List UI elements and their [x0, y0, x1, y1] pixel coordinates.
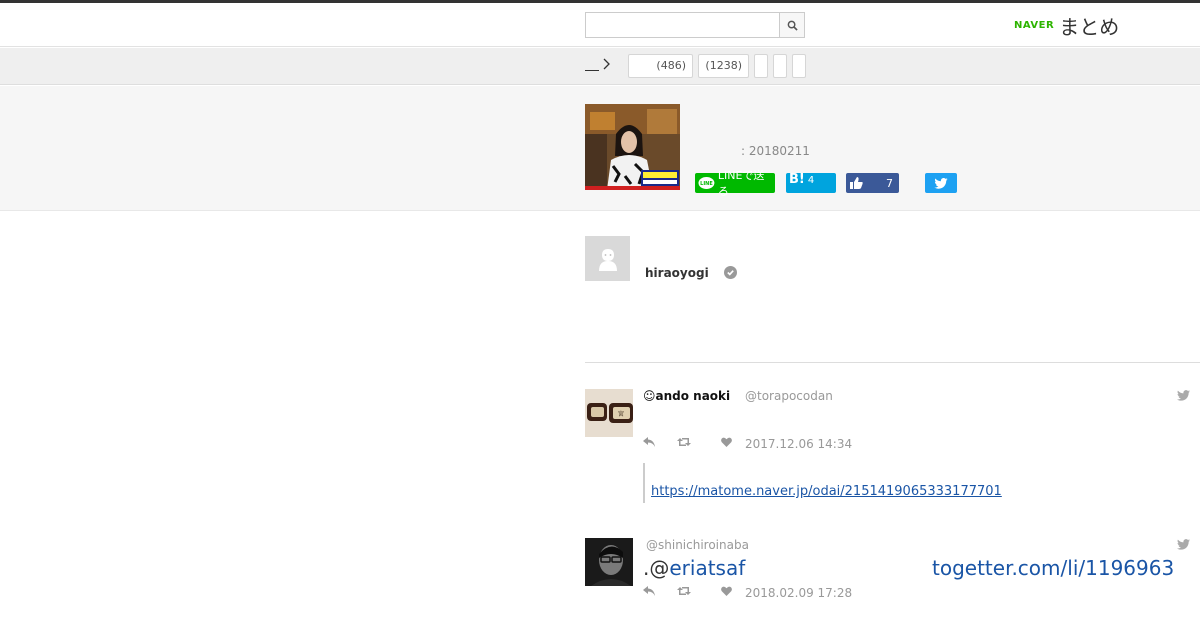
reply-icon[interactable]: [643, 586, 655, 596]
line-icon: LINE: [698, 176, 715, 189]
twitter-bird-icon[interactable]: [1177, 539, 1190, 550]
tweet-actions: [643, 437, 754, 447]
category-pill-1[interactable]: (486): [628, 54, 693, 78]
tweet-link[interactable]: https://matome.naver.jp/odai/21514190653…: [651, 484, 1002, 499]
tweet-handle[interactable]: @torapocodan: [745, 389, 833, 403]
breadcrumb-bar: (486) (1238): [0, 48, 1200, 85]
breadcrumb-home[interactable]: [585, 57, 599, 71]
category-pill-3[interactable]: [754, 54, 768, 78]
category-pill-2[interactable]: (1238): [698, 54, 749, 78]
tweet-body: .@eriatsaf: [643, 556, 746, 580]
tweet-user-name[interactable]: ☺ando naoki: [643, 389, 730, 403]
togetter-link[interactable]: togetter.com/li/1196963: [932, 556, 1174, 580]
logo-matome-text: まとめ: [1059, 14, 1120, 39]
twitter-bird-icon[interactable]: [1177, 390, 1190, 401]
matome-thumbnail[interactable]: [585, 104, 680, 190]
author-avatar[interactable]: [585, 236, 630, 281]
smiley-icon: ☺: [643, 389, 656, 403]
verified-icon: [724, 266, 737, 279]
tweet-mention[interactable]: eriatsaf: [669, 556, 745, 580]
section-divider: [585, 362, 1200, 363]
hatena-bookmark-button[interactable]: B! 4: [786, 173, 836, 193]
hatena-count: 4: [807, 175, 815, 186]
search-button[interactable]: [779, 13, 804, 37]
line-share-label: LINEで送る: [717, 169, 765, 198]
like-icon[interactable]: [721, 586, 732, 596]
chevron-right-icon: [603, 58, 610, 70]
tweet-timestamp[interactable]: 2018.02.09 17:28: [745, 586, 852, 600]
tweet-avatar[interactable]: [585, 538, 633, 586]
twitter-icon: [934, 177, 948, 189]
like-icon[interactable]: [721, 437, 732, 447]
svg-text:宮: 宮: [618, 410, 624, 418]
retweet-icon[interactable]: [677, 437, 691, 447]
category-pill-5[interactable]: [792, 54, 806, 78]
svg-text:LINE: LINE: [700, 180, 713, 186]
tweet-actions: [643, 586, 754, 596]
search-input[interactable]: [586, 13, 780, 37]
author-name[interactable]: hiraoyogi: [645, 266, 709, 280]
user-icon: [598, 248, 617, 271]
tweet-quote-bar: [643, 463, 645, 503]
twitter-share-button[interactable]: [925, 173, 957, 193]
site-header: NAVER まとめ: [0, 3, 1200, 47]
logo-naver-text: NAVER: [1014, 19, 1055, 31]
naver-matome-logo[interactable]: NAVER まとめ: [1014, 13, 1120, 39]
updated-date: : 20180211: [741, 144, 810, 158]
thumbs-up-icon: [850, 177, 863, 189]
retweet-icon[interactable]: [677, 586, 691, 596]
hatena-icon: B!: [789, 172, 805, 187]
facebook-count: 7: [886, 176, 893, 190]
tweet-avatar[interactable]: 宮: [585, 389, 633, 437]
search-icon: [787, 20, 798, 31]
matome-header: : 20180211 LINE LINEで送る B! 4 7: [0, 86, 1200, 211]
facebook-like-button[interactable]: 7: [846, 173, 899, 193]
category-pill-4[interactable]: [773, 54, 787, 78]
tweet-handle[interactable]: @shinichiroinaba: [646, 538, 749, 552]
line-share-button[interactable]: LINE LINEで送る: [695, 169, 775, 198]
tweet-timestamp[interactable]: 2017.12.06 14:34: [745, 437, 852, 451]
search-box: [585, 12, 805, 38]
reply-icon[interactable]: [643, 437, 655, 447]
